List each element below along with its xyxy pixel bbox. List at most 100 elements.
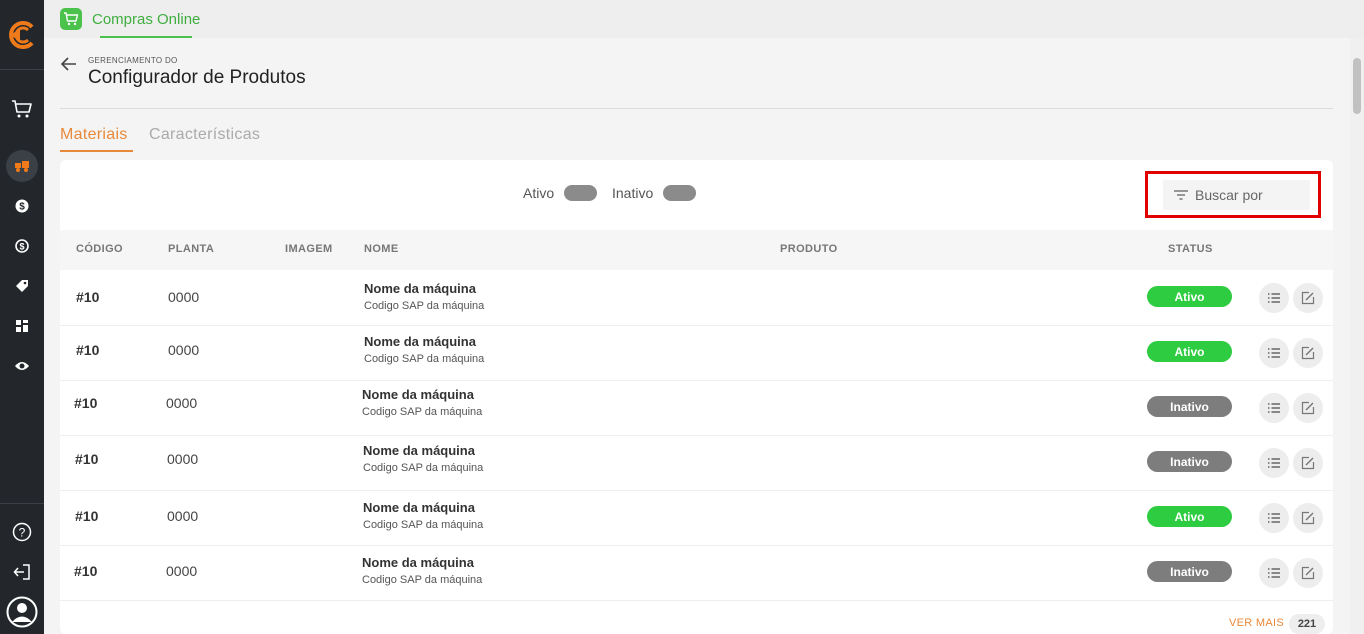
cart-icon: [60, 8, 82, 30]
eye-icon[interactable]: [0, 360, 44, 372]
sidebar-divider: [0, 69, 44, 70]
row-code: #10: [75, 451, 99, 467]
row-sap-code: Codigo SAP da máquina: [364, 300, 485, 312]
logo-icon[interactable]: [6, 19, 38, 51]
row-sap-code: Codigo SAP da máquina: [363, 462, 484, 474]
svg-text:?: ?: [19, 526, 26, 540]
list-button[interactable]: [1259, 283, 1289, 313]
row-name: Nome da máquina: [362, 387, 474, 402]
row-code: #10: [74, 395, 98, 411]
row-sap-code: Codigo SAP da máquina: [362, 574, 483, 586]
row-code: #10: [75, 508, 99, 524]
total-count-badge: 221: [1289, 614, 1325, 634]
edit-button[interactable]: [1293, 503, 1323, 533]
dashboard-icon[interactable]: [0, 319, 44, 333]
edit-button[interactable]: [1293, 558, 1323, 588]
row-sap-code: Codigo SAP da máquina: [363, 519, 484, 531]
list-icon: [1268, 513, 1280, 523]
header-divider: [60, 108, 1333, 109]
sidebar-divider: [0, 503, 44, 504]
list-icon: [1268, 348, 1280, 358]
tab-caracteristicas[interactable]: Características: [149, 126, 260, 144]
tag-icon[interactable]: [0, 279, 44, 293]
col-header-codigo[interactable]: CÓDIGO: [76, 243, 123, 255]
see-more-link[interactable]: VER MAIS: [1229, 617, 1284, 629]
page-kicker: GERENCIAMENTO DO: [88, 56, 178, 65]
row-sap-code: Codigo SAP da máquina: [362, 406, 483, 418]
list-icon: [1268, 293, 1280, 303]
status-badge: Ativo: [1147, 341, 1232, 362]
cart-icon[interactable]: [0, 98, 44, 120]
active-tab-indicator: [60, 150, 133, 152]
logout-icon[interactable]: [0, 563, 44, 581]
status-badge: Inativo: [1147, 561, 1232, 582]
row-code: #10: [76, 289, 100, 305]
edit-icon: [1301, 401, 1315, 415]
list-button[interactable]: [1259, 338, 1289, 368]
row-plant: 0000: [168, 289, 200, 305]
row-name: Nome da máquina: [364, 281, 476, 296]
help-icon[interactable]: ?: [0, 522, 44, 542]
row-plant: 0000: [168, 342, 200, 358]
row-plant: 0000: [166, 395, 198, 411]
table-row[interactable]: [60, 326, 1333, 381]
table-row[interactable]: [60, 381, 1333, 436]
row-code: #10: [76, 342, 100, 358]
edit-button[interactable]: [1293, 338, 1323, 368]
svg-text:$: $: [19, 242, 24, 252]
filter-inativo-label: Inativo: [612, 185, 654, 201]
status-badge: Ativo: [1147, 506, 1232, 527]
tab-materiais[interactable]: Materiais: [60, 126, 128, 144]
edit-button[interactable]: [1293, 283, 1323, 313]
table-row[interactable]: [60, 491, 1333, 546]
app-tab-compras-online[interactable]: Compras Online: [60, 7, 200, 31]
exchange-icon[interactable]: $: [0, 239, 44, 253]
filter-ativo-label: Ativo: [523, 185, 555, 201]
machine-icon[interactable]: [0, 158, 44, 174]
col-header-imagem[interactable]: IMAGEM: [285, 243, 333, 255]
col-header-planta[interactable]: PLANTA: [168, 243, 214, 255]
edit-button[interactable]: [1293, 448, 1323, 478]
edit-icon: [1301, 291, 1315, 305]
user-icon[interactable]: [0, 596, 44, 628]
row-name: Nome da máquina: [364, 334, 476, 349]
list-icon: [1268, 458, 1280, 468]
edit-icon: [1301, 346, 1315, 360]
list-button[interactable]: [1259, 393, 1289, 423]
filter-ativo-toggle[interactable]: [564, 185, 597, 201]
sidebar: $ $ ?: [0, 0, 44, 634]
list-button[interactable]: [1259, 558, 1289, 588]
dollar-icon[interactable]: $: [0, 199, 44, 213]
list-icon: [1268, 568, 1280, 578]
row-name: Nome da máquina: [363, 443, 475, 458]
top-bar: Compras Online: [44, 0, 1364, 38]
svg-text:$: $: [19, 202, 25, 213]
table-row[interactable]: [60, 271, 1333, 326]
back-arrow-icon[interactable]: [60, 56, 80, 74]
table-row[interactable]: [60, 546, 1333, 601]
col-header-nome[interactable]: NOME: [364, 243, 399, 255]
table-header: [60, 230, 1333, 270]
row-sap-code: Codigo SAP da máquina: [364, 353, 485, 365]
row-code: #10: [74, 563, 98, 579]
status-badge: Inativo: [1147, 451, 1232, 472]
edit-icon: [1301, 456, 1315, 470]
list-button[interactable]: [1259, 448, 1289, 478]
col-header-status[interactable]: STATUS: [1168, 243, 1213, 255]
row-plant: 0000: [167, 508, 199, 524]
edit-icon: [1301, 566, 1315, 580]
row-plant: 0000: [166, 563, 198, 579]
list-icon: [1268, 403, 1280, 413]
row-name: Nome da máquina: [362, 555, 474, 570]
app-tab-label: Compras Online: [92, 10, 201, 28]
list-button[interactable]: [1259, 503, 1289, 533]
app-tab-underline: [100, 36, 192, 38]
status-badge: Ativo: [1147, 286, 1232, 307]
edit-button[interactable]: [1293, 393, 1323, 423]
table-row[interactable]: [60, 436, 1333, 491]
filter-inativo-toggle[interactable]: [663, 185, 696, 201]
col-header-produto[interactable]: PRODUTO: [780, 243, 838, 255]
scrollbar[interactable]: [1350, 38, 1364, 634]
edit-icon: [1301, 511, 1315, 525]
scrollbar-thumb[interactable]: [1353, 58, 1361, 114]
